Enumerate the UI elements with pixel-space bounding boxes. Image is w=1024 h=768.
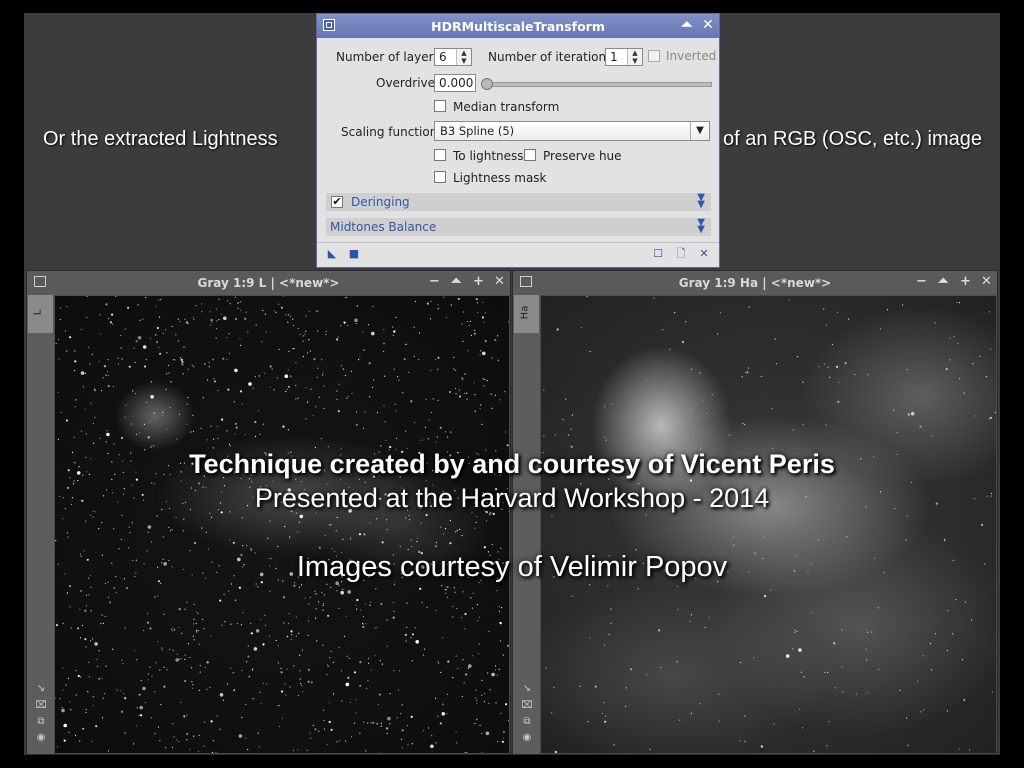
deringing-label: Deringing xyxy=(351,195,410,209)
minimize-icon[interactable]: − xyxy=(429,274,440,290)
overlay-workshop-line: Presented at the Harvard Workshop - 2014 xyxy=(254,483,770,513)
caption-left: Or the extracted Lightness xyxy=(43,128,278,150)
view-id-tab[interactable]: L xyxy=(28,295,53,333)
layers-label: Number of layers: xyxy=(336,50,444,64)
scaling-function-value: B3 Spline (5) xyxy=(440,124,515,138)
expand-icon[interactable]: ▼ ▼ xyxy=(697,218,705,235)
close-icon[interactable]: ✕ xyxy=(981,274,992,290)
overdrive-label: Overdrive: xyxy=(376,76,440,90)
midtones-balance-section[interactable]: Midtones Balance ▼ ▼ xyxy=(326,218,711,236)
caption-right: of an RGB (OSC, etc.) image xyxy=(723,128,982,150)
hdr-multiscale-transform-dialog: HDRMultiscaleTransform ⏶ ✕ Number of lay… xyxy=(316,13,720,268)
scaling-function-label: Scaling function: xyxy=(341,125,442,139)
maximize-icon[interactable]: + xyxy=(473,274,484,290)
image-canvas-ha[interactable] xyxy=(541,296,996,753)
close-icon[interactable]: ✕ xyxy=(494,274,505,290)
median-transform-label: Median transform xyxy=(453,100,560,114)
dialog-title: HDRMultiscaleTransform xyxy=(431,19,605,34)
starfield-l xyxy=(55,296,509,753)
shade-icon[interactable]: ⏶ xyxy=(451,274,461,290)
minimize-icon[interactable]: − xyxy=(916,274,927,290)
image-window-title-bar[interactable]: Gray 1:9 L | <*new*> − ⏶ + ✕ xyxy=(27,271,510,295)
close-icon[interactable]: ✕ xyxy=(702,17,714,33)
view-id-tab[interactable]: Ha xyxy=(514,295,539,333)
overdrive-field[interactable]: 0.000 xyxy=(434,74,476,92)
preserve-hue-label: Preserve hue xyxy=(543,149,622,163)
maximize-icon[interactable]: + xyxy=(960,274,971,290)
starfield-ha xyxy=(542,296,996,753)
iterations-value: 1 xyxy=(610,50,618,64)
dialog-bottom-bar: ◣ ■ ☐ 🗋 ✕ xyxy=(317,242,719,267)
inverted-label: Inverted xyxy=(666,49,717,63)
image-canvas-l[interactable] xyxy=(55,296,509,753)
view-id-label: L xyxy=(32,309,44,316)
new-instance-icon[interactable]: ◣ xyxy=(326,248,338,260)
reset-icon[interactable]: ✕ xyxy=(698,248,710,260)
fit-window-icon[interactable]: ⌧ xyxy=(521,700,533,712)
lightness-mask-label: Lightness mask xyxy=(453,171,547,185)
midtones-balance-label: Midtones Balance xyxy=(330,220,437,234)
deringing-checkbox[interactable]: ✔ xyxy=(331,196,343,208)
fit-window-icon[interactable]: ⌧ xyxy=(35,700,47,712)
spin-arrows-icon[interactable]: ▲ ▼ xyxy=(627,49,642,65)
overdrive-slider-track[interactable] xyxy=(482,82,712,87)
iterations-spinbox[interactable]: 1 ▲ ▼ xyxy=(605,48,643,66)
inverted-checkbox[interactable] xyxy=(648,50,660,62)
documentation-icon[interactable]: 🗋 xyxy=(675,248,687,260)
zoom-to-fit-icon[interactable]: ↘ xyxy=(35,683,47,695)
target-icon[interactable]: ◉ xyxy=(521,732,533,744)
overdrive-slider-handle[interactable] xyxy=(481,78,493,90)
target-icon[interactable]: ◉ xyxy=(35,732,47,744)
iterations-label: Number of iterations: xyxy=(488,50,617,64)
to-lightness-label: To lightness xyxy=(453,149,524,163)
new-preview-icon[interactable]: ⧉ xyxy=(521,716,533,728)
new-preview-icon[interactable]: ⧉ xyxy=(35,716,47,728)
lightness-mask-checkbox[interactable] xyxy=(434,171,446,183)
dialog-title-bar[interactable]: HDRMultiscaleTransform ⏶ ✕ xyxy=(317,14,719,38)
real-time-preview-icon[interactable]: ☐ xyxy=(652,248,664,260)
zoom-to-fit-icon[interactable]: ↘ xyxy=(521,683,533,695)
overlay-credit-title: Technique created by and courtesy of Vic… xyxy=(189,449,835,479)
deringing-section[interactable]: ✔ Deringing ▼ ▼ xyxy=(326,193,711,211)
shade-icon[interactable]: ⏶ xyxy=(938,274,948,290)
layers-value: 6 xyxy=(439,50,447,64)
overlay-images-credit: Images courtesy of Velimir Popov xyxy=(296,551,728,583)
image-window-title-bar[interactable]: Gray 1:9 Ha | <*new*> − ⏶ + ✕ xyxy=(513,271,997,295)
view-id-label: Ha xyxy=(519,305,531,320)
image-window-sidebar: Ha ↘ ⌧ ⧉ ◉ xyxy=(513,295,540,754)
preserve-hue-checkbox[interactable] xyxy=(524,149,536,161)
expand-icon[interactable]: ▼ ▼ xyxy=(697,193,705,210)
chevron-down-icon[interactable]: ▼ xyxy=(690,122,709,140)
shade-icon[interactable]: ⏶ xyxy=(681,17,692,33)
image-window-sidebar: L ↘ ⌧ ⧉ ◉ xyxy=(27,295,54,754)
median-transform-checkbox[interactable] xyxy=(434,100,446,112)
spin-arrows-icon[interactable]: ▲ ▼ xyxy=(456,49,471,65)
layers-spinbox[interactable]: 6 ▲ ▼ xyxy=(434,48,472,66)
to-lightness-checkbox[interactable] xyxy=(434,149,446,161)
apply-global-icon[interactable]: ■ xyxy=(348,248,360,260)
scaling-function-select[interactable]: B3 Spline (5) ▼ xyxy=(434,121,710,141)
